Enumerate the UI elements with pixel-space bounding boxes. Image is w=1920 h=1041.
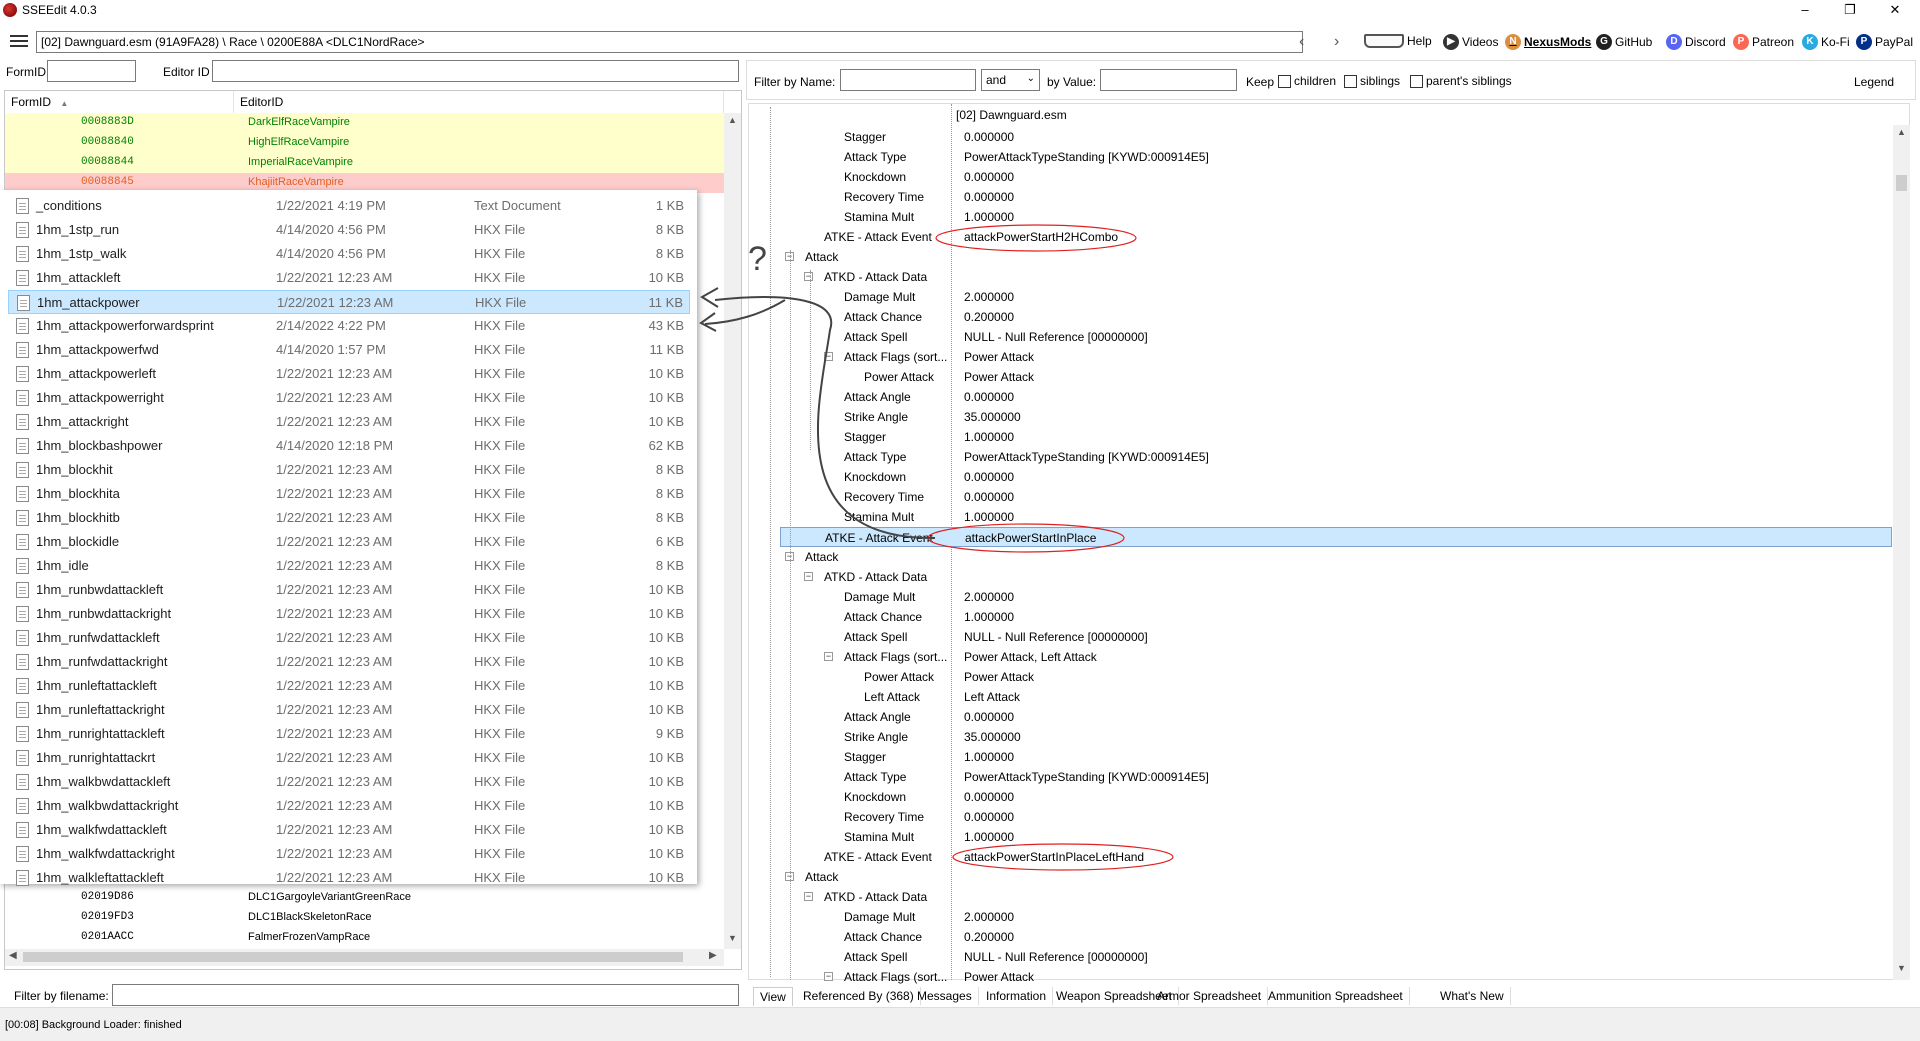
annotation-arrow-curve bbox=[714, 296, 936, 540]
annotation-arrow-curve-2 bbox=[704, 299, 786, 325]
annotation-circle-1 bbox=[935, 224, 1137, 252]
arrow-head-icon bbox=[699, 312, 717, 332]
annotation-overlay: ? bbox=[699, 224, 1174, 871]
arrow-head-icon bbox=[700, 287, 719, 308]
annotation-circle-3 bbox=[952, 843, 1174, 871]
question-mark-annotation: ? bbox=[748, 240, 767, 278]
annotation-circle-2 bbox=[927, 523, 1125, 553]
